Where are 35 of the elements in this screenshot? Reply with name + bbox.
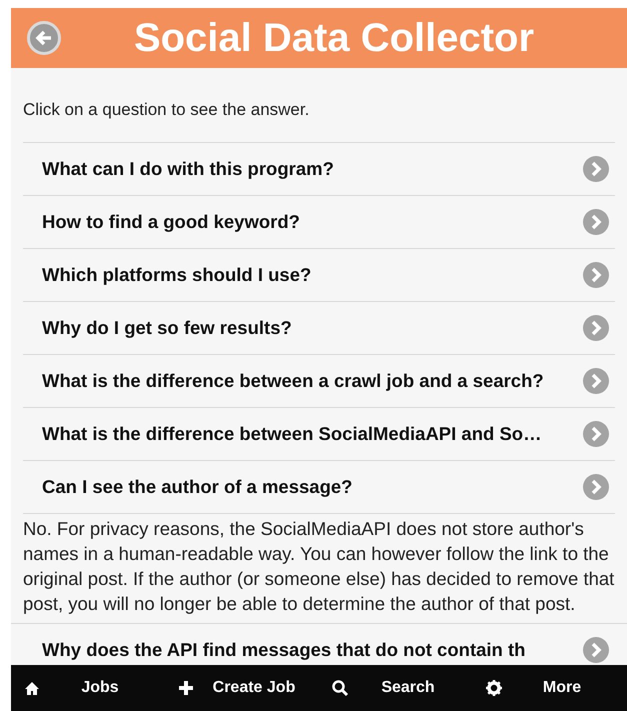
back-button[interactable] — [27, 21, 61, 55]
chevron-right-icon — [583, 314, 609, 340]
chevron-right-icon — [583, 474, 609, 500]
question-text: Why do I get so few results? — [42, 316, 292, 340]
question-text: How to find a good keyword? — [42, 210, 300, 234]
intro-text: Click on a question to see the answer. — [23, 99, 310, 121]
plus-icon — [177, 679, 195, 697]
question-row[interactable]: Why do I get so few results? — [23, 302, 615, 354]
nav-tab[interactable]: Jobs — [11, 665, 165, 711]
question-text: What can I do with this program? — [42, 156, 334, 181]
home-icon — [23, 679, 41, 697]
page-title: Social Data Collector — [132, 18, 534, 58]
nav-tab[interactable]: Search — [319, 665, 473, 711]
settings-icon — [485, 679, 503, 697]
chevron-right-icon — [583, 368, 609, 394]
chevron-right-icon — [583, 156, 609, 182]
question-row[interactable]: Which platforms should I use? — [23, 248, 615, 302]
nav-tab[interactable]: More — [473, 665, 627, 711]
question-row[interactable]: What is the difference between SocialMediaAPI and So… — [23, 408, 615, 460]
nav-tab[interactable]: Create Job — [165, 665, 319, 711]
question-text: What is the difference between SocialMediaAPI and So… — [42, 422, 542, 446]
question-row[interactable]: How to find a good keyword? — [23, 196, 615, 248]
question-row[interactable]: Can I see the author of a message? — [23, 460, 615, 514]
question-text: Which platforms should I use? — [42, 262, 312, 287]
chevron-right-icon — [583, 636, 609, 662]
chevron-right-icon — [583, 420, 609, 446]
left-arrow-icon — [35, 29, 53, 47]
question-row[interactable]: What is the difference between a crawl job and a search? — [23, 354, 615, 408]
search-icon — [331, 679, 349, 697]
question-text: Can I see the author of a message? — [42, 474, 352, 499]
question-text: What is the difference between a crawl job and a search? — [42, 368, 544, 393]
chevron-right-icon — [583, 208, 609, 234]
chevron-right-icon — [583, 262, 609, 288]
question-row[interactable]: Why does the API find messages that do not contain th — [23, 624, 615, 665]
question-text: Why does the API find messages that do not contain th — [42, 638, 526, 662]
